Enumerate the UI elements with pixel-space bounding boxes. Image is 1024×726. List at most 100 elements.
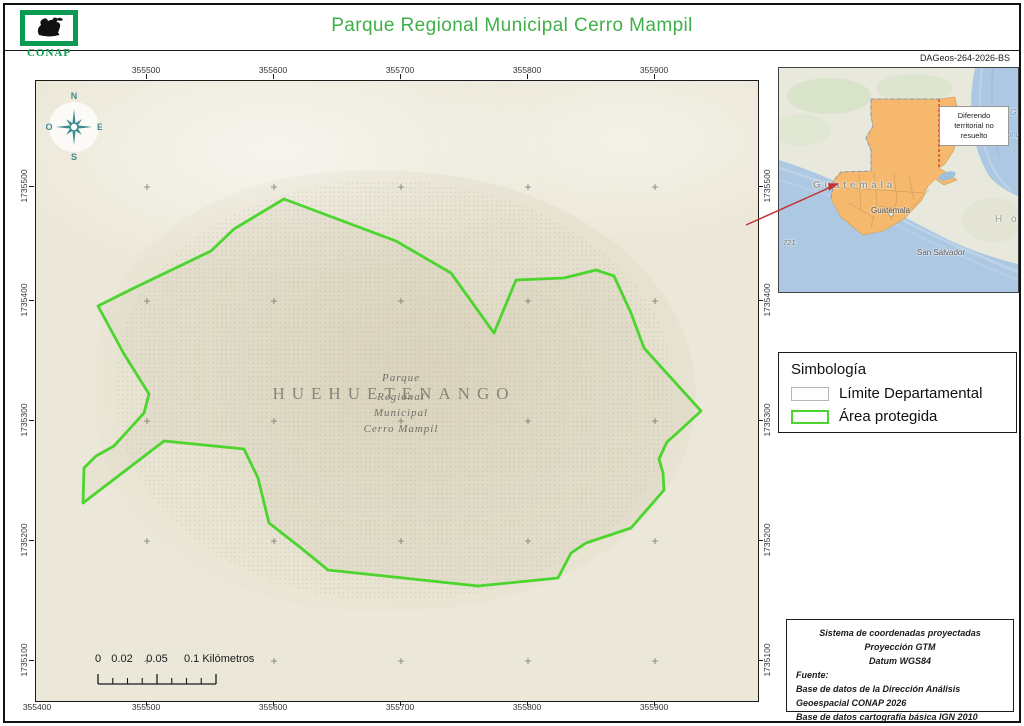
grid-cross-icon: + xyxy=(397,180,405,194)
grid-cross-icon: + xyxy=(524,534,532,548)
grid-cross-icon: + xyxy=(143,534,151,548)
park-name-line: Municipal xyxy=(373,407,429,419)
right-coordinate-label: 1735200 xyxy=(762,523,772,557)
grid-cross-icon: + xyxy=(143,414,151,428)
compass-rose: N E S O xyxy=(45,89,103,162)
credits-line: Sistema de coordenadas proyectadas xyxy=(819,628,981,638)
grid-cross-icon: + xyxy=(397,654,405,668)
page-title: Parque Regional Municipal Cerro Mampil xyxy=(331,15,693,36)
grid-cross-icon: + xyxy=(270,414,278,428)
frame-tick xyxy=(29,660,34,661)
map-sheet: Parque Regional Municipal Cerro Mampil D… xyxy=(0,0,1024,726)
grid-cross-icon: + xyxy=(143,180,151,194)
grid-cross-icon: + xyxy=(270,180,278,194)
compass-n-label: N xyxy=(71,91,78,101)
frame-tick xyxy=(29,300,34,301)
credits-line: Base de datos de la Dirección Análisis G… xyxy=(796,683,961,708)
inset-san-salvador-label: San Salvador xyxy=(917,248,966,257)
legend-title: Simbología xyxy=(791,361,867,378)
header-divider xyxy=(5,50,1019,51)
credits-line: Proyección GTM xyxy=(864,641,936,652)
credits-line: Datum WGS84 xyxy=(868,655,931,666)
legend-item-protected-area: Área protegida xyxy=(791,408,1004,425)
frame-tick xyxy=(29,420,34,421)
note-line: resuelto xyxy=(960,131,988,141)
grid-cross-icon: + xyxy=(524,414,532,428)
territorial-note: Diferendo territorial no resuelto xyxy=(939,106,1009,147)
grid-cross-icon: + xyxy=(651,534,659,548)
scale-tick-label: 0 xyxy=(94,653,102,665)
inset-honduras-label: H o xyxy=(995,214,1019,225)
grid-cross-icon: + xyxy=(270,294,278,308)
compass-s-label: S xyxy=(71,152,77,161)
inset-locator-map: Guatemala Guatemala San Salvador H o 721… xyxy=(778,67,1019,293)
compass-rose-icon: N E S O xyxy=(45,91,103,162)
frame-tick xyxy=(758,300,763,301)
park-name-line: Cerro Mampil xyxy=(363,423,439,435)
grid-cross-icon: + xyxy=(270,534,278,548)
quetzal-monkey-icon xyxy=(37,17,63,37)
left-coordinate-label: 1735300 xyxy=(19,403,29,437)
right-coordinate-label: 1735100 xyxy=(762,643,772,677)
right-coordinate-label: 1735300 xyxy=(762,403,772,437)
scale-bar: 0 0.02 0.05 0.1 Kilómetros xyxy=(56,649,306,695)
conap-logo: CONAP xyxy=(20,10,82,59)
frame-tick xyxy=(29,540,34,541)
frame-tick xyxy=(758,660,763,661)
compass-o-label: O xyxy=(46,122,53,132)
legend: Simbología Límite Departamental Área pro… xyxy=(778,352,1017,433)
departmental-boundary-swatch xyxy=(791,386,829,401)
scale-tick-label: 0.02 xyxy=(111,653,133,665)
note-line: Diferendo xyxy=(957,111,991,120)
right-coordinate-label: 1735400 xyxy=(762,283,772,317)
park-name-line: Parque xyxy=(382,372,420,384)
grid-cross-icon: + xyxy=(143,294,151,308)
protected-area-swatch xyxy=(791,409,829,424)
right-coordinate-label: 1735500 xyxy=(762,169,772,203)
legend-item-departmental: Límite Departamental xyxy=(791,385,1004,402)
grid-cross-icon: + xyxy=(524,180,532,194)
grid-cross-icon: + xyxy=(524,294,532,308)
inset-road-label: 721 xyxy=(783,238,796,247)
legend-item-label: Límite Departamental xyxy=(839,385,983,402)
credits-box: Sistema de coordenadas proyectadas Proye… xyxy=(786,619,1014,722)
frame-tick xyxy=(654,74,655,79)
frame-tick xyxy=(29,186,34,187)
frame-tick xyxy=(527,701,528,706)
inset-city-label: Guatemala xyxy=(871,206,911,215)
frame-tick xyxy=(146,74,147,79)
credits-line: Base de datos cartografía básica IGN 201… xyxy=(796,711,978,722)
frame-tick xyxy=(400,701,401,706)
inset-country-label: Guatemala xyxy=(813,180,896,191)
main-map: + + + + + + + + + + + + + + + + + + + + + + + + + HUEHUETENANGO … xyxy=(35,80,759,702)
left-coordinate-label: 1735200 xyxy=(19,523,29,557)
left-coordinate-label: 1735100 xyxy=(19,643,29,677)
grid-cross-icon: + xyxy=(651,180,659,194)
scale-end-label: 0.1 Kilómetros xyxy=(184,653,255,665)
note-line: territorial no xyxy=(954,121,994,131)
scale-tick-label: 0.05 xyxy=(146,653,168,665)
conap-logo-icon xyxy=(20,10,78,46)
bottom-coordinate-label: 355400 xyxy=(22,702,52,712)
grid-cross-icon: + xyxy=(651,654,659,668)
frame-tick xyxy=(758,186,763,187)
park-name-line: Regional xyxy=(377,391,425,403)
frame-tick xyxy=(758,540,763,541)
frame-tick xyxy=(273,74,274,79)
left-coordinate-label: 1735400 xyxy=(19,283,29,317)
frame-tick xyxy=(654,701,655,706)
compass-e-label: E xyxy=(97,122,102,132)
frame-tick xyxy=(400,74,401,79)
frame-tick xyxy=(527,74,528,79)
frame-tick xyxy=(146,701,147,706)
left-coordinate-label: 1735500 xyxy=(19,169,29,203)
scale-bar-ticks xyxy=(97,674,217,685)
grid-cross-icon: + xyxy=(651,414,659,428)
inset-water-label: G xyxy=(1010,108,1017,117)
document-code: DAGeos-264-2026-BS xyxy=(919,53,1010,63)
grid-cross-icon: + xyxy=(397,294,405,308)
conap-logo-text: CONAP xyxy=(26,47,72,59)
credits-line: Fuente: xyxy=(796,669,829,680)
grid-cross-icon: + xyxy=(397,534,405,548)
grid-cross-icon: + xyxy=(651,294,659,308)
